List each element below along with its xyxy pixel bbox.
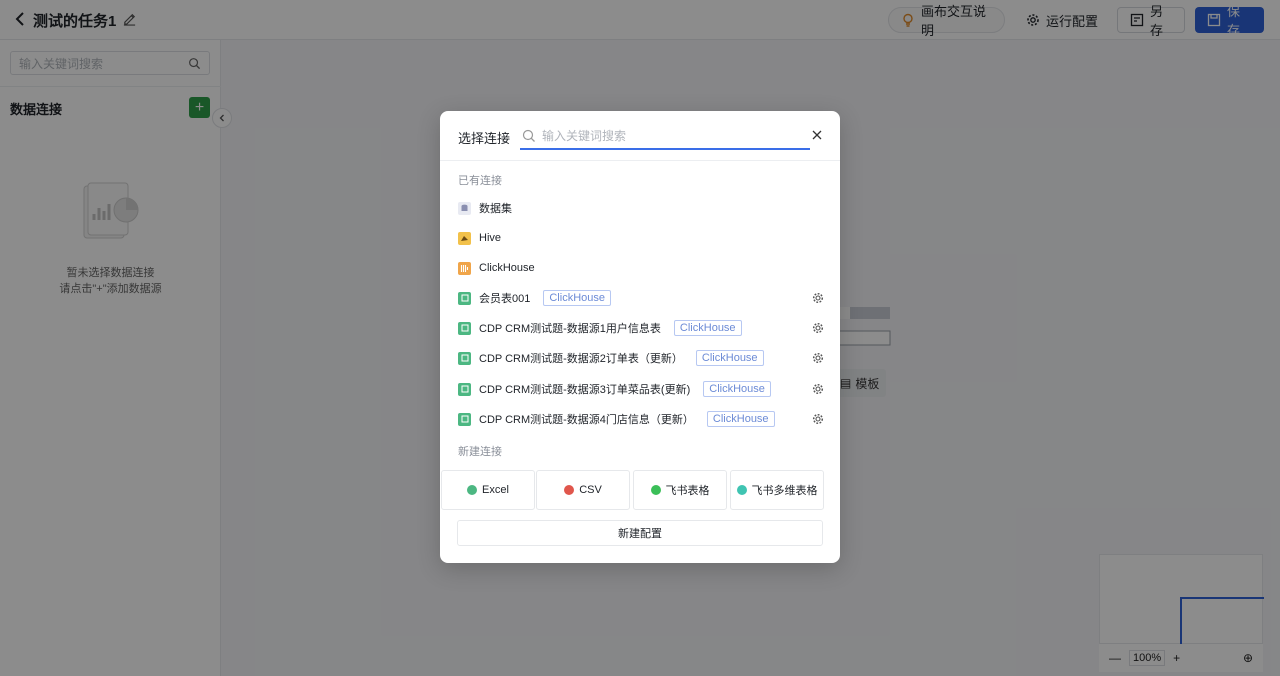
search-icon bbox=[522, 129, 535, 142]
connection-item-cdp-source4[interactable]: CDP CRM测试题-数据源4门店信息（更新） ClickHouse bbox=[458, 408, 824, 430]
connection-type-tag: ClickHouse bbox=[703, 381, 771, 397]
sheet-icon bbox=[458, 351, 471, 365]
gear-icon[interactable] bbox=[812, 322, 824, 334]
connection-item-hive[interactable]: Hive bbox=[458, 227, 824, 249]
connection-type-tag: ClickHouse bbox=[706, 411, 775, 427]
connection-name: ClickHouse bbox=[479, 262, 535, 274]
new-type-label: Excel bbox=[482, 484, 509, 496]
clickhouse-icon bbox=[458, 261, 471, 275]
select-connection-modal: 选择连接 输入关键词搜索 已有连接 数据集 Hive ClickHouse 会员… bbox=[440, 111, 840, 563]
hive-icon bbox=[458, 231, 471, 245]
modal-search-input[interactable]: 输入关键词搜索 bbox=[520, 123, 810, 150]
connection-name: CDP CRM测试题-数据源4门店信息（更新） bbox=[479, 414, 694, 426]
new-connection-title: 新建连接 bbox=[458, 446, 502, 458]
gear-icon[interactable] bbox=[812, 292, 824, 304]
new-feishu-bitable-button[interactable]: 飞书多维表格 bbox=[730, 470, 824, 510]
connection-name: CDP CRM测试题-数据源1用户信息表 bbox=[479, 323, 661, 335]
modal-title: 选择连接 bbox=[458, 131, 511, 146]
connection-name: CDP CRM测试题-数据源2订单表（更新） bbox=[479, 353, 683, 365]
feishu-sheet-icon bbox=[650, 485, 661, 495]
connection-item-cdp-source1[interactable]: CDP CRM测试题-数据源1用户信息表 ClickHouse bbox=[458, 317, 824, 339]
connection-name: CDP CRM测试题-数据源3订单菜品表(更新) bbox=[479, 384, 691, 396]
new-type-label: CSV bbox=[579, 484, 602, 496]
modal-search-placeholder: 输入关键词搜索 bbox=[542, 129, 627, 143]
gear-icon[interactable] bbox=[812, 383, 824, 395]
new-type-label: 飞书多维表格 bbox=[751, 485, 818, 497]
csv-icon bbox=[564, 485, 575, 495]
connection-name: 会员表001 bbox=[479, 293, 531, 305]
excel-icon bbox=[467, 485, 478, 495]
dataset-icon bbox=[458, 201, 471, 215]
connection-item-cdp-source2[interactable]: CDP CRM测试题-数据源2订单表（更新） ClickHouse bbox=[458, 347, 824, 369]
gear-icon[interactable] bbox=[812, 352, 824, 364]
connection-type-tag: ClickHouse bbox=[695, 350, 764, 366]
close-icon[interactable] bbox=[811, 129, 823, 141]
new-csv-button[interactable]: CSV bbox=[536, 470, 630, 510]
sheet-icon bbox=[458, 291, 471, 305]
connection-type-tag: ClickHouse bbox=[543, 290, 611, 306]
sheet-icon bbox=[458, 382, 471, 396]
new-feishu-sheet-button[interactable]: 飞书表格 bbox=[633, 470, 727, 510]
connection-name: 数据集 bbox=[479, 203, 512, 215]
connection-item-cdp-source3[interactable]: CDP CRM测试题-数据源3订单菜品表(更新) ClickHouse bbox=[458, 378, 824, 400]
new-type-label: 飞书表格 bbox=[665, 485, 710, 497]
existing-connections-title: 已有连接 bbox=[458, 175, 502, 187]
connection-item-clickhouse[interactable]: ClickHouse bbox=[458, 257, 824, 279]
modal-divider bbox=[440, 160, 840, 161]
sheet-icon bbox=[458, 412, 471, 426]
new-config-button[interactable]: 新建配置 bbox=[457, 520, 823, 546]
connection-name: Hive bbox=[479, 232, 502, 244]
sheet-icon bbox=[458, 321, 471, 335]
new-excel-button[interactable]: Excel bbox=[441, 470, 535, 510]
connection-item-member-table[interactable]: 会员表001 ClickHouse bbox=[458, 287, 824, 309]
connection-item-dataset[interactable]: 数据集 bbox=[458, 197, 824, 219]
connection-type-tag: ClickHouse bbox=[673, 320, 742, 336]
gear-icon[interactable] bbox=[812, 413, 824, 425]
feishu-bitable-icon bbox=[736, 485, 747, 495]
